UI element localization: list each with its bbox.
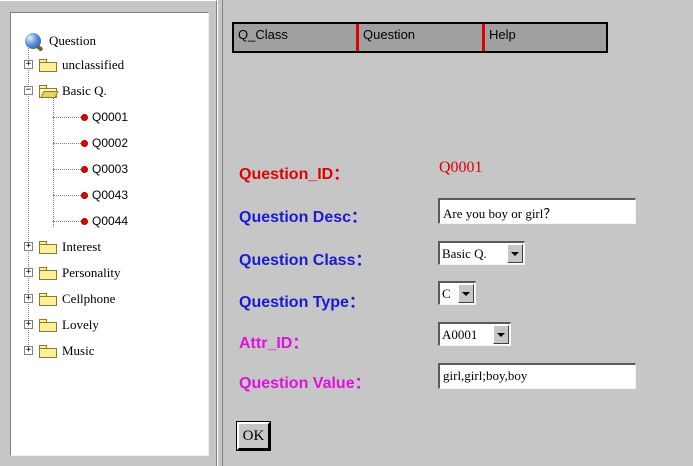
folder-icon [39, 58, 57, 72]
tree-folder-label: Personality [62, 265, 121, 280]
attr-id-select[interactable]: A0001 [438, 322, 511, 346]
folder-icon [39, 240, 57, 254]
tab-question[interactable]: Question [359, 24, 485, 51]
expand-plus-icon[interactable]: + [24, 346, 33, 355]
folder-icon [39, 266, 57, 280]
tree-connector [53, 221, 83, 222]
question-value-input[interactable]: girl,girl;boy,boy [438, 363, 636, 389]
tree-item-q0002[interactable]: Q0002 [81, 133, 128, 153]
tree-connector [53, 95, 54, 227]
tree-folder-label: Lovely [62, 317, 99, 332]
tree-root-label: Question [49, 33, 96, 48]
attr-id-label: Attr_ID： [239, 335, 309, 352]
tree-item-label: Q0043 [92, 188, 129, 202]
ok-button[interactable]: OK [236, 421, 271, 451]
tree-item-q0003[interactable]: Q0003 [81, 159, 128, 179]
tree-item-q0044[interactable]: Q0044 [81, 211, 128, 231]
expand-plus-icon[interactable]: + [24, 268, 33, 277]
question-desc-label: Question Desc： [239, 209, 368, 226]
question-id-label: Question_ID： [239, 166, 350, 183]
question-class-select[interactable]: Basic Q. [438, 241, 525, 265]
question-globe-icon [25, 33, 41, 49]
folder-icon [39, 318, 57, 332]
question-dot-icon [81, 217, 88, 225]
question-class-value: Basic Q. [442, 245, 487, 261]
question-class-label: Question Class： [239, 252, 372, 269]
tree-frame: Question + unclassified − Basic Q. Q0001… [0, 0, 217, 466]
expand-plus-icon[interactable]: + [24, 242, 33, 251]
question-dot-icon [81, 113, 88, 121]
tree-folder-label: unclassified [62, 57, 125, 72]
tab-q-class[interactable]: Q_Class [234, 24, 359, 51]
tab-bar: Q_Class Question Help [232, 22, 608, 53]
tree-connector [53, 169, 83, 170]
question-id-value: Q0001 [439, 159, 483, 176]
question-type-select[interactable]: C [438, 281, 476, 305]
tree-connector [53, 195, 83, 196]
tree-item-label: Q0044 [92, 214, 129, 228]
question-desc-input[interactable]: Are you boy or girl？ [438, 198, 636, 224]
question-type-value: C [442, 285, 451, 301]
tree-item-q0043[interactable]: Q0043 [81, 185, 128, 205]
tree-item-label: Q0002 [92, 136, 129, 150]
tree-folder-label: Cellphone [62, 291, 116, 306]
folder-icon [39, 292, 57, 306]
tree-root[interactable]: Question [25, 31, 96, 51]
tree-connector [53, 143, 83, 144]
tree-panel: Question + unclassified − Basic Q. Q0001… [10, 12, 209, 456]
dropdown-arrow-icon[interactable] [507, 244, 523, 263]
tree-folder-basic-q[interactable]: Basic Q. [39, 81, 107, 101]
question-dot-icon [81, 165, 88, 173]
expand-plus-icon[interactable]: + [24, 294, 33, 303]
tree-folder-unclassified[interactable]: unclassified [39, 55, 124, 75]
tree-folder-cellphone[interactable]: Cellphone [39, 289, 115, 309]
tree-folder-label: Music [62, 343, 95, 358]
dropdown-arrow-icon[interactable] [493, 325, 509, 344]
tree-connector [53, 117, 83, 118]
expand-plus-icon[interactable]: + [24, 320, 33, 329]
question-dot-icon [81, 191, 88, 199]
tree-folder-interest[interactable]: Interest [39, 237, 101, 257]
tree-folder-personality[interactable]: Personality [39, 263, 121, 283]
tree-item-label: Q0003 [92, 162, 129, 176]
folder-icon [39, 344, 57, 358]
attr-id-value: A0001 [442, 326, 478, 342]
tab-help[interactable]: Help [485, 24, 606, 51]
tree-item-label: Q0001 [92, 110, 129, 124]
collapse-minus-icon[interactable]: − [24, 86, 33, 95]
dropdown-arrow-icon[interactable] [458, 284, 474, 303]
tree-folder-lovely[interactable]: Lovely [39, 315, 99, 335]
question-dot-icon [81, 139, 88, 147]
tree-folder-music[interactable]: Music [39, 341, 95, 361]
question-value-label: Question Value： [239, 375, 371, 392]
tree-item-q0001[interactable]: Q0001 [81, 107, 128, 127]
expand-plus-icon[interactable]: + [24, 60, 33, 69]
tree-folder-label: Basic Q. [62, 83, 107, 98]
question-type-label: Question Type： [239, 294, 365, 311]
question-editor-frame: Q_Class Question Help Question_ID： Q0001… [223, 0, 693, 466]
folder-open-icon [39, 84, 59, 98]
tree-folder-label: Interest [62, 239, 101, 254]
